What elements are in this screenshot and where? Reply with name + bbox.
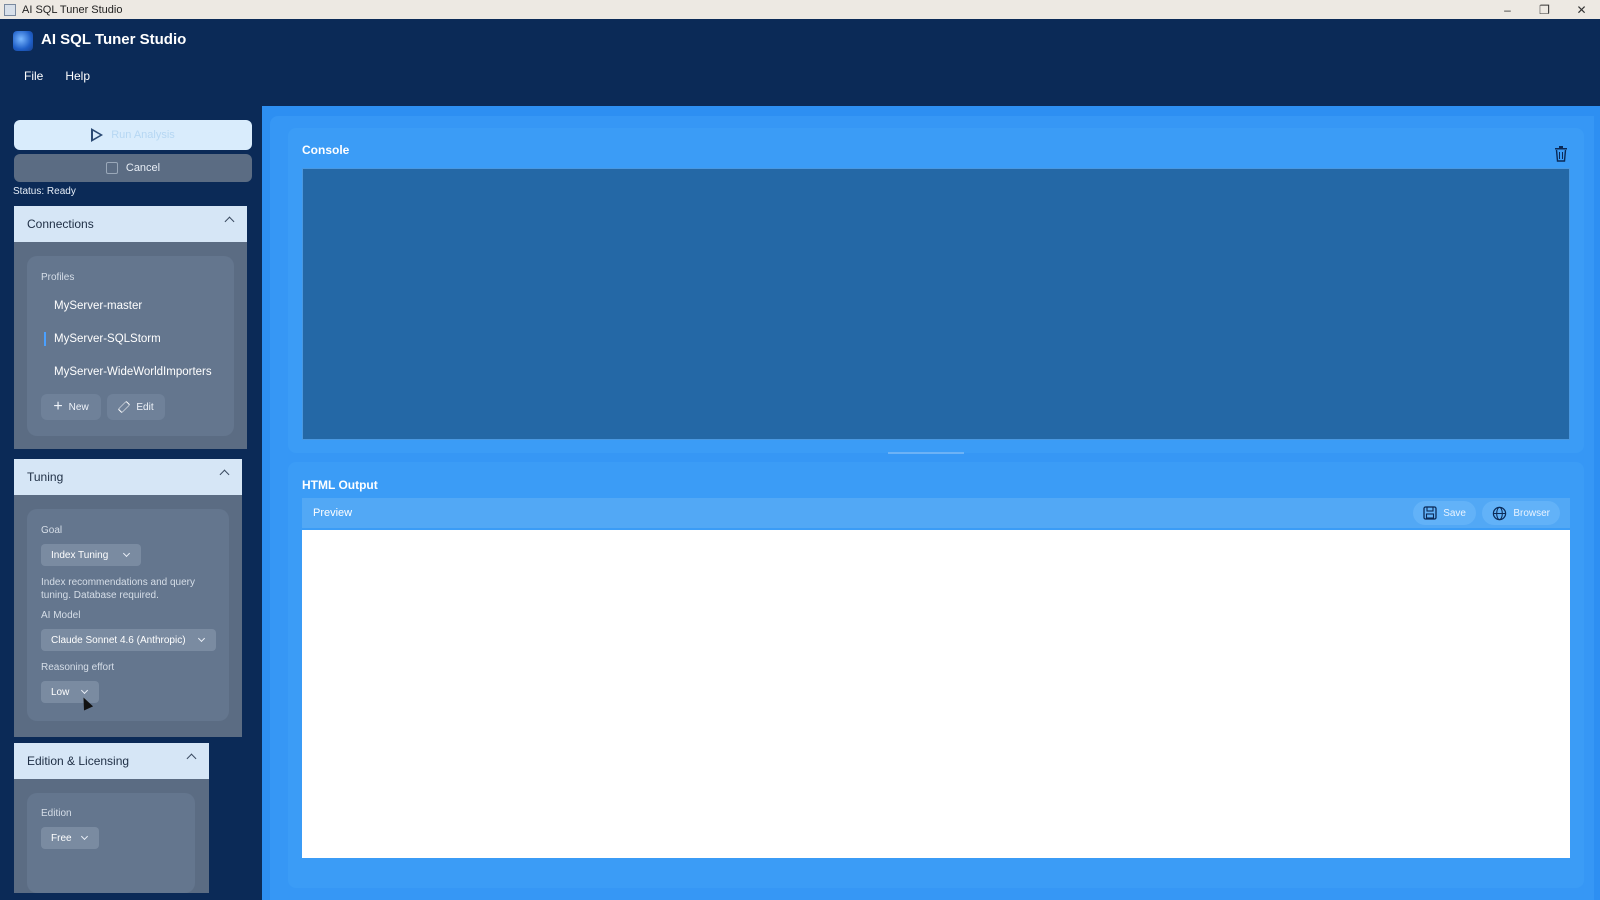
goal-label: Goal xyxy=(41,525,63,536)
tuning-header[interactable]: Tuning xyxy=(14,459,242,495)
chevron-up-icon xyxy=(186,753,197,764)
new-profile-button[interactable]: + New xyxy=(41,394,101,420)
goal-description: Index recommendations and query tuning. … xyxy=(41,576,195,602)
edition-value: Free xyxy=(51,832,72,844)
cancel-button[interactable]: Cancel xyxy=(14,154,252,182)
licensing-header[interactable]: Edition & Licensing xyxy=(14,743,209,779)
profile-item[interactable]: MyServer-WideWorldImporters xyxy=(54,366,212,378)
browser-label: Browser xyxy=(1513,507,1550,519)
save-button[interactable]: Save xyxy=(1413,501,1476,525)
edition-label: Edition xyxy=(41,808,72,819)
goal-description-line: tuning. Database required. xyxy=(41,590,159,601)
window-titlebar: AI SQL Tuner Studio – ❐ ✕ xyxy=(0,0,1600,19)
stop-icon xyxy=(105,162,118,174)
console-card: Console xyxy=(288,128,1584,453)
profile-item-selected[interactable]: MyServer-SQLStorm xyxy=(54,333,161,345)
plus-icon: + xyxy=(53,398,63,415)
connections-title: Connections xyxy=(27,217,94,231)
preview-toolbar: Preview Save Browser xyxy=(302,498,1570,528)
console-output-area[interactable] xyxy=(302,168,1570,440)
tuning-card: Goal Index Tuning Index recommendations … xyxy=(27,509,229,721)
splitter-grip[interactable] xyxy=(888,452,964,454)
licensing-panel: Edition Free xyxy=(14,779,209,893)
status-text: Status: Ready xyxy=(13,186,76,197)
reasoning-effort-value: Low xyxy=(51,686,70,698)
goal-value: Index Tuning xyxy=(51,549,109,561)
browser-button[interactable]: Browser xyxy=(1482,501,1560,525)
app-logo-icon xyxy=(13,31,33,51)
menu-file[interactable]: File xyxy=(24,69,43,83)
trash-icon[interactable] xyxy=(1554,146,1568,162)
save-icon xyxy=(1423,506,1437,520)
preview-label: Preview xyxy=(313,507,353,519)
chevron-down-icon xyxy=(80,686,89,695)
edition-dropdown[interactable]: Free xyxy=(41,827,99,849)
chevron-up-icon xyxy=(219,469,230,480)
new-label: New xyxy=(68,401,89,413)
tuning-title: Tuning xyxy=(27,470,64,484)
main-inner: Console HTML Output Preview Save Browser xyxy=(270,116,1594,900)
ai-model-dropdown[interactable]: Claude Sonnet 4.6 (Anthropic) xyxy=(41,629,216,651)
pencil-icon xyxy=(118,400,131,414)
close-icon[interactable]: ✕ xyxy=(1563,0,1600,19)
goal-dropdown[interactable]: Index Tuning xyxy=(41,544,141,566)
app-title: AI SQL Tuner Studio xyxy=(41,31,187,48)
goal-description-line: Index recommendations and query xyxy=(41,577,195,588)
app-window-icon xyxy=(4,3,16,16)
minimize-icon[interactable]: – xyxy=(1489,0,1526,19)
main-content: Console HTML Output Preview Save Browser xyxy=(262,106,1600,900)
profile-item[interactable]: MyServer-master xyxy=(54,300,142,312)
edit-label: Edit xyxy=(136,401,154,413)
sidebar: Run Analysis Cancel Status: Ready Connec… xyxy=(0,106,262,900)
html-preview-area[interactable] xyxy=(302,530,1570,858)
edit-profile-button[interactable]: Edit xyxy=(107,394,165,420)
chevron-down-icon xyxy=(80,832,89,841)
save-label: Save xyxy=(1443,507,1466,519)
globe-icon xyxy=(1493,506,1507,520)
console-title: Console xyxy=(302,143,350,157)
licensing-title: Edition & Licensing xyxy=(27,754,130,768)
html-output-title: HTML Output xyxy=(302,478,378,492)
window-title: AI SQL Tuner Studio xyxy=(22,3,123,16)
chevron-up-icon xyxy=(224,216,235,227)
menu-bar: File Help xyxy=(24,69,90,83)
html-output-card: HTML Output Preview Save Browser xyxy=(288,462,1584,888)
cancel-label: Cancel xyxy=(125,162,161,174)
selection-indicator xyxy=(44,332,46,346)
profiles-label: Profiles xyxy=(41,272,75,283)
chevron-down-icon xyxy=(122,549,131,558)
chevron-down-icon xyxy=(197,634,206,643)
app-header: AI SQL Tuner Studio File Help xyxy=(0,19,1600,106)
restore-icon[interactable]: ❐ xyxy=(1526,0,1563,19)
edition-card: Edition Free xyxy=(27,793,195,893)
ai-model-value: Claude Sonnet 4.6 (Anthropic) xyxy=(51,634,186,646)
run-analysis-button[interactable]: Run Analysis xyxy=(14,120,252,150)
connections-header[interactable]: Connections xyxy=(14,206,247,242)
ai-model-label: AI Model xyxy=(41,610,81,621)
splitter-handle[interactable] xyxy=(288,450,1584,456)
play-icon xyxy=(91,128,104,142)
menu-help[interactable]: Help xyxy=(65,69,90,83)
tuning-panel: Goal Index Tuning Index recommendations … xyxy=(14,495,242,737)
run-analysis-label: Run Analysis xyxy=(111,129,175,141)
profiles-card: Profiles MyServer-master MyServer-SQLSto… xyxy=(27,256,234,436)
connections-panel: Profiles MyServer-master MyServer-SQLSto… xyxy=(14,242,247,449)
reasoning-effort-label: Reasoning effort xyxy=(41,662,115,673)
